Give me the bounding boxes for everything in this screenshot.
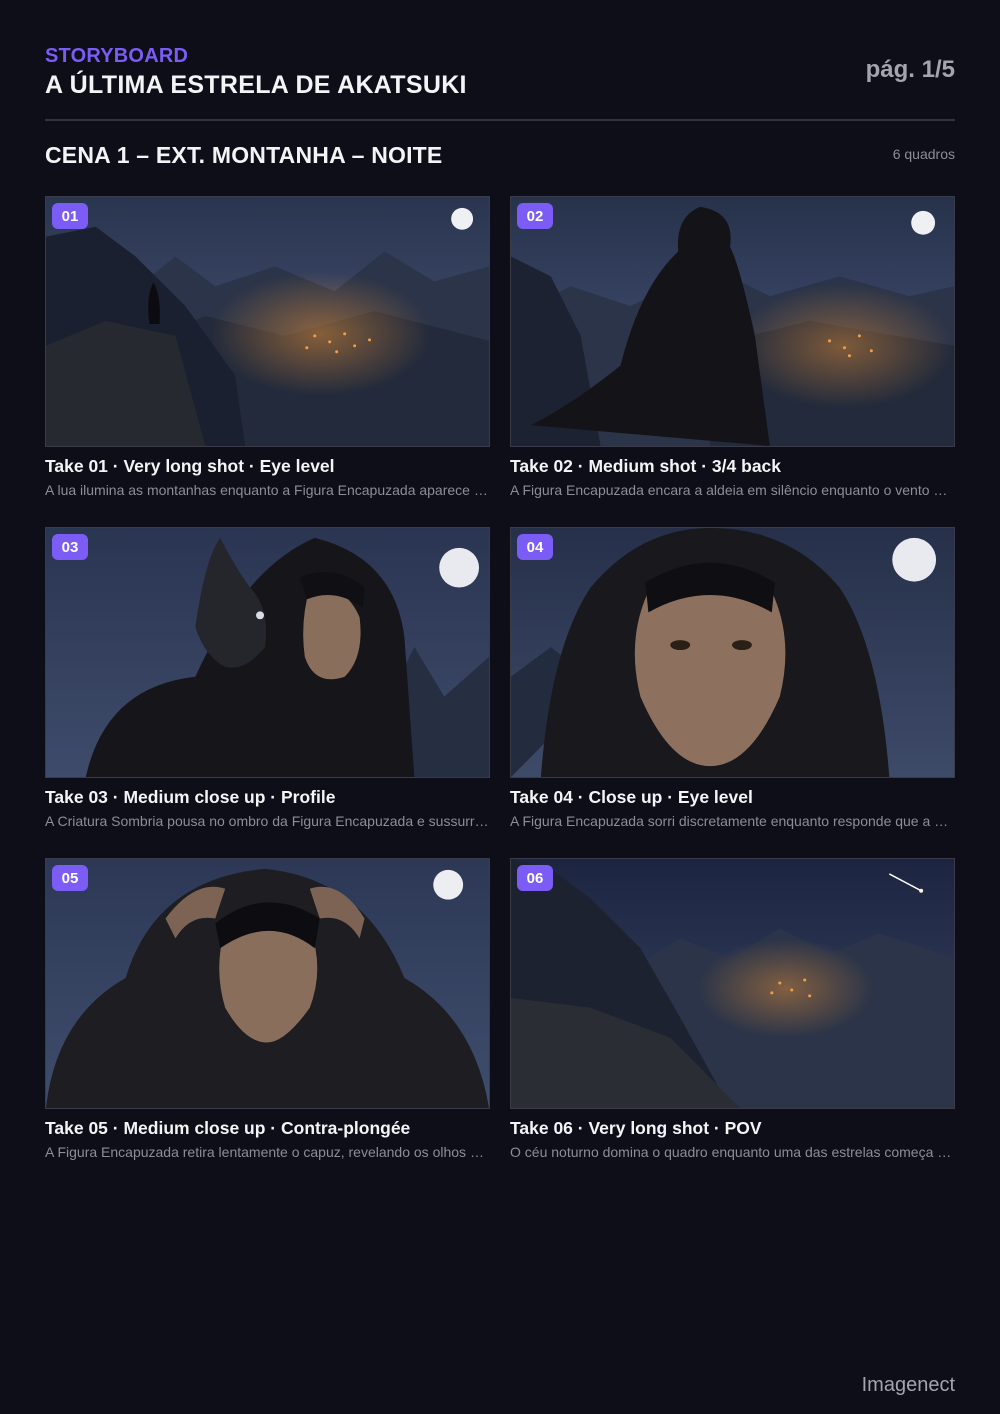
take-heading: Take 06 · Very long shot · POV [510,1118,762,1138]
take-heading: Take 05 · Medium close up · Contra-plong… [45,1118,411,1138]
document-title: A ÚLTIMA ESTRELA DE AKATSUKI [45,71,467,99]
footer-brand: Imagenect [861,1374,955,1396]
frame-number-badge: 02 [517,203,553,229]
frame-image: 03 [45,527,490,778]
scene-title: CENA 1 – EXT. MONTANHA – NOITE [45,142,443,168]
document-kicker: STORYBOARD [45,45,189,67]
storyboard-frame-3[interactable]: 03 Take 03 · Medium close up · Profile A… [45,527,490,829]
frame-number-badge: 05 [52,865,88,891]
storyboard-frame-2[interactable]: 02 Take 02 · Medium shot · 3/4 back A Fi… [510,196,955,498]
frame-number-badge: 03 [52,534,88,560]
storyboard-frame-1[interactable]: 01 Take 01 · Very long shot · Eye level … [45,196,490,498]
storyboard-frame-4[interactable]: 04 Take 04 · Close up · Eye level A Figu… [510,527,955,829]
take-description: A lua ilumina as montanhas enquanto a Fi… [45,482,490,498]
frame-image: 06 [510,858,955,1109]
take-description: A Figura Encapuzada encara a aldeia em s… [510,482,955,498]
frame-image: 02 [510,196,955,447]
frame-number-badge: 06 [517,865,553,891]
take-description: A Criatura Sombria pousa no ombro da Fig… [45,813,490,829]
storyboard-frame-5[interactable]: 05 Take 05 · Medium close up · Contra-pl… [45,858,490,1160]
page-number: pág. 1/5 [865,56,955,83]
frame-count: 6 quadros [892,146,955,162]
hooded-man-creature-illustration [46,528,489,777]
cliff-village-illustration [46,197,489,446]
frame-image: 01 [45,196,490,447]
cloaked-figure-back-illustration [511,197,954,446]
frame-number-badge: 04 [517,534,553,560]
take-description: O céu noturno domina o quadro enquanto u… [510,1144,955,1160]
take-heading: Take 04 · Close up · Eye level [510,787,753,807]
man-removing-hood-illustration [46,859,489,1108]
take-description: A Figura Encapuzada sorri discretamente … [510,813,955,829]
take-description: A Figura Encapuzada retira lentamente o … [45,1144,490,1160]
frame-image: 05 [45,858,490,1109]
storyboard-frame-6[interactable]: 06 Take 06 · Very long shot · POV O céu … [510,858,955,1160]
take-heading: Take 03 · Medium close up · Profile [45,787,336,807]
scene-header: CENA 1 – EXT. MONTANHA – NOITE 6 quadros [45,142,955,172]
hooded-man-closeup-illustration [511,528,954,777]
take-heading: Take 02 · Medium shot · 3/4 back [510,456,782,476]
frame-number-badge: 01 [52,203,88,229]
shooting-star-valley-illustration [511,859,954,1108]
frame-image: 04 [510,527,955,778]
page-header: STORYBOARD A ÚLTIMA ESTRELA DE AKATSUKI … [45,44,955,104]
header-divider [45,119,955,121]
take-heading: Take 01 · Very long shot · Eye level [45,456,335,476]
